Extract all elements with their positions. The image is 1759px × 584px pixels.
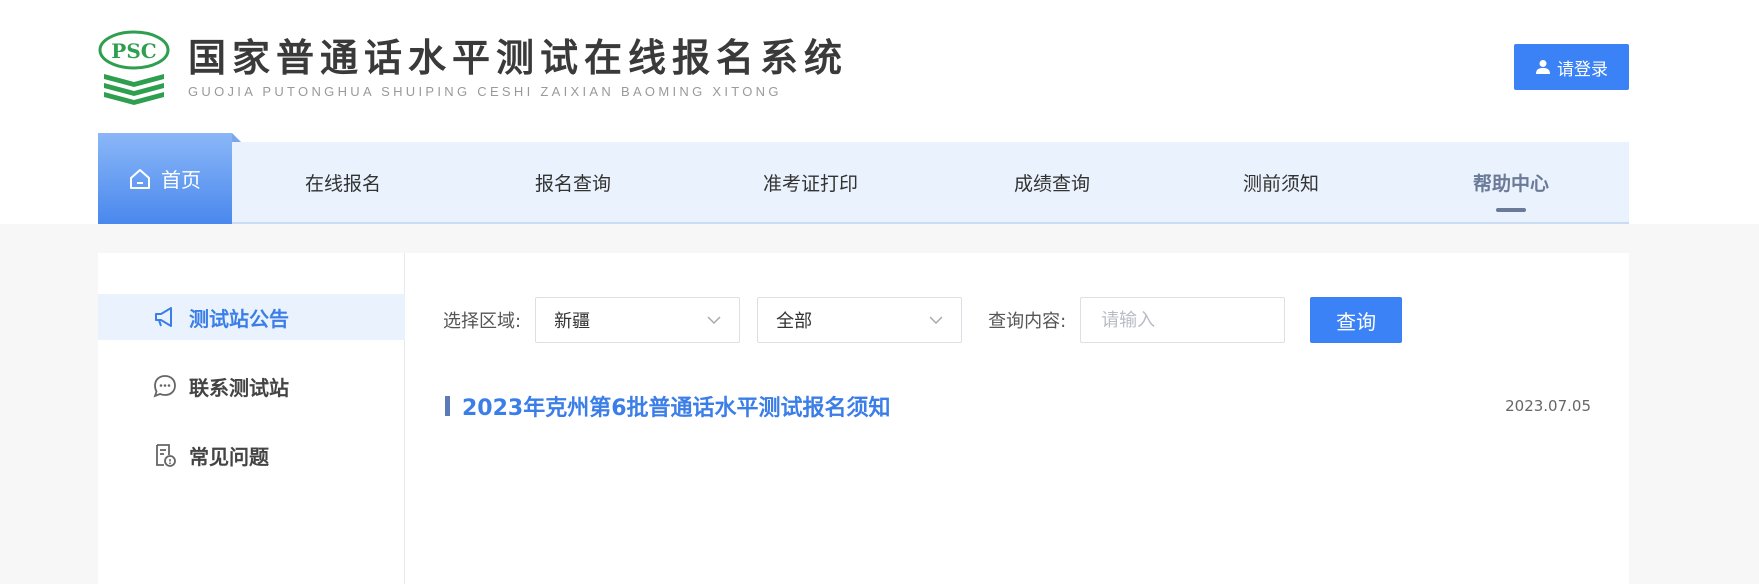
nav-help-center-label: 帮助中心 <box>1473 172 1550 195</box>
login-label: 请登录 <box>1557 59 1608 80</box>
nav-online-registration[interactable]: 在线报名 <box>305 142 381 222</box>
region-select-value: 新疆 <box>554 311 591 332</box>
megaphone-icon <box>155 307 172 327</box>
site-logo[interactable]: PSC 国家普通话水平测试在线报名系统 GUOJIA PUTONGHUA SHU… <box>98 30 848 106</box>
query-button[interactable]: 查询 <box>1310 297 1403 343</box>
site-title: 国家普通话水平测试在线报名系统 <box>188 35 849 80</box>
region-select[interactable]: 新疆 <box>535 297 741 343</box>
nav-registration-query[interactable]: 报名查询 <box>535 142 611 222</box>
document-question-icon <box>156 444 176 467</box>
login-button[interactable]: 请登录 <box>1514 44 1629 90</box>
sidebar-item-label: 测试站公告 <box>189 306 289 331</box>
nav-home-label: 首页 <box>161 168 201 192</box>
nav-help-center[interactable]: 帮助中心 <box>1473 142 1549 222</box>
home-icon <box>130 168 150 189</box>
chevron-down-icon <box>929 316 943 324</box>
region-label: 选择区域: <box>443 311 522 332</box>
content-label: 查询内容: <box>988 311 1067 332</box>
nav-score-query[interactable]: 成绩查询 <box>1014 142 1090 222</box>
category-select[interactable]: 全部 <box>757 297 963 343</box>
user-icon <box>1536 60 1550 74</box>
notice-date: 2023.07.05 <box>1505 397 1591 415</box>
sidebar-item-contact[interactable]: 联系测试站 <box>98 363 405 409</box>
category-select-value: 全部 <box>776 311 813 332</box>
logo-badge-text: PSC <box>111 39 156 63</box>
sidebar-item-announcements[interactable]: 测试站公告 <box>98 294 405 340</box>
notice-title[interactable]: 2023年克州第6批普通话水平测试报名须知 <box>462 390 891 422</box>
psc-logo-icon: PSC <box>98 30 170 106</box>
sidebar-item-faq[interactable]: 常见问题 <box>98 432 405 478</box>
main-nav: 首页 在线报名 报名查询 准考证打印 成绩查询 测前须知 帮助中心 <box>98 133 1629 224</box>
site-subtitle: GUOJIA PUTONGHUA SHUIPING CESHI ZAIXIAN … <box>188 84 782 99</box>
nav-admission-ticket[interactable]: 准考证打印 <box>763 142 858 222</box>
sidebar-item-label: 联系测试站 <box>189 375 289 400</box>
chevron-down-icon <box>707 316 721 324</box>
content-search-input[interactable] <box>1080 297 1286 343</box>
notice-item[interactable]: 2023年克州第6批普通话水平测试报名须知 2023.07.05 <box>445 388 1591 424</box>
filter-bar: 选择区域: 新疆 全部 查询内容: 查询 <box>443 296 1403 344</box>
nav-home[interactable]: 首页 <box>98 133 241 224</box>
content-card: 测试站公告 联系测试站 常见问题 选择区域: 新疆 全部 查询内容: 查询 20… <box>98 253 1629 584</box>
sidebar-item-label: 常见问题 <box>189 444 269 469</box>
notice-marker <box>445 396 450 416</box>
sidebar: 测试站公告 联系测试站 常见问题 <box>98 253 405 584</box>
chat-bubble-icon <box>153 375 176 398</box>
nav-pre-test-notice[interactable]: 测前须知 <box>1243 142 1319 222</box>
active-underline <box>1496 208 1526 212</box>
